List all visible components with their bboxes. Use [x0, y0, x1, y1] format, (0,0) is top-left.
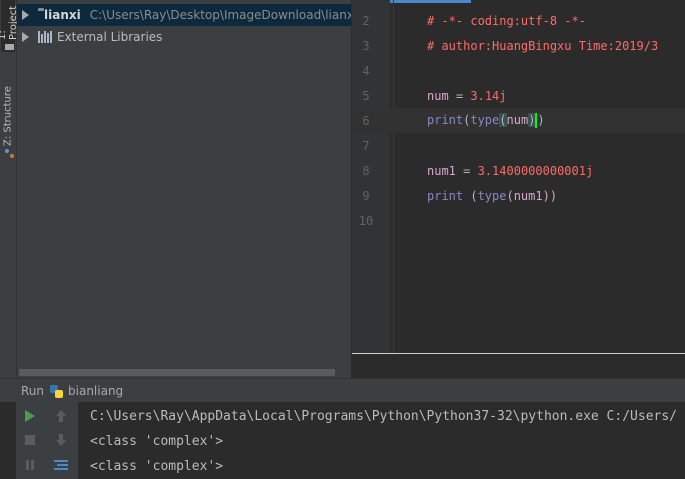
- tree-item-project-root[interactable]: lianxi C:\Users\Ray\Desktop\ImageDownloa…: [17, 4, 351, 26]
- pause-icon: [26, 460, 34, 470]
- code-text: # -*- coding:utf-8 -*-: [427, 13, 586, 28]
- project-pane: lianxi C:\Users\Ray\Desktop\ImageDownloa…: [17, 0, 351, 378]
- console-line: <class 'complex'>: [90, 434, 224, 449]
- variable-name: num1: [427, 163, 456, 178]
- run-console[interactable]: C:\Users\Ray\AppData\Local\Programs\Pyth…: [0, 402, 685, 479]
- builtin-print: print: [427, 113, 464, 127]
- line-number: 7: [362, 138, 370, 153]
- builtin-print: print: [427, 188, 464, 203]
- tab-structure[interactable]: Z: Structure: [1, 72, 15, 158]
- line-number: 3: [362, 38, 370, 53]
- scroll-down-button[interactable]: [53, 432, 69, 448]
- down-icon: [56, 434, 66, 446]
- tab-project[interactable]: 1: Project: [0, 0, 19, 52]
- code-text: num = 3.14j: [427, 89, 507, 103]
- line-number: 9: [362, 188, 370, 203]
- operator: =: [448, 88, 471, 103]
- line-number: 8: [362, 163, 370, 178]
- run-icon: [25, 410, 35, 422]
- number-literal: 3.1400000000001j: [477, 163, 594, 178]
- paren-match: (: [499, 113, 507, 127]
- editor-divider: [352, 353, 685, 354]
- up-icon: [56, 410, 66, 422]
- code-line[interactable]: 3 # author:HuangBingxu Time:2019/3: [352, 33, 685, 58]
- console-line: <class 'complex'>: [90, 459, 224, 474]
- code-line[interactable]: 7: [352, 133, 685, 158]
- line-number: 10: [358, 213, 374, 228]
- operator: =: [455, 163, 478, 178]
- code-text: print(type(num)): [427, 113, 545, 128]
- line-number: 5: [362, 88, 370, 103]
- left-tool-strip: 1: Project Z: Structure: [0, 0, 19, 378]
- console-line: C:\Users\Ray\AppData\Local\Programs\Pyth…: [90, 409, 677, 424]
- code-line[interactable]: 8 num1 = 3.1400000000001j: [352, 158, 685, 183]
- code-line-current[interactable]: 6 print(type(num)): [352, 108, 685, 133]
- stop-button[interactable]: [22, 432, 38, 448]
- line-number: 6: [362, 113, 370, 128]
- python-icon: [50, 384, 64, 398]
- code-line[interactable]: 5 num = 3.14j: [352, 83, 685, 108]
- external-libraries-label: External Libraries: [57, 30, 163, 44]
- tab-structure-label: Z: Structure: [2, 86, 14, 146]
- line-number: 4: [362, 63, 370, 78]
- code-line[interactable]: 10: [352, 208, 685, 233]
- run-config-tab[interactable]: bianliang: [68, 384, 123, 398]
- line-number: 2: [362, 13, 370, 28]
- project-name: lianxi: [44, 8, 81, 22]
- project-icon: [4, 43, 14, 52]
- library-icon: [38, 31, 52, 43]
- code-args: (num1)): [506, 188, 558, 203]
- soft-wrap-button[interactable]: [53, 457, 69, 473]
- run-tool-header: Run bianliang: [0, 378, 685, 403]
- rerun-button[interactable]: [22, 408, 38, 424]
- stop-icon: [25, 435, 35, 445]
- code-line[interactable]: 4: [352, 58, 685, 83]
- run-label: Run: [21, 384, 45, 398]
- builtin-type: type: [477, 188, 507, 203]
- code-text: num1 = 3.1400000000001j: [427, 164, 593, 178]
- expand-arrow-icon[interactable]: [22, 10, 29, 20]
- soft-wrap-icon: [54, 460, 68, 470]
- paren: (: [463, 188, 478, 203]
- scroll-up-button[interactable]: [53, 408, 69, 424]
- tree-item-external-libraries[interactable]: External Libraries: [17, 26, 351, 48]
- horizontal-scrollbar[interactable]: [19, 369, 335, 376]
- expand-arrow-icon[interactable]: [22, 32, 29, 42]
- code-line[interactable]: 9 print (type(num1)): [352, 183, 685, 208]
- variable-name: num: [506, 113, 529, 127]
- run-toolbar: [16, 402, 78, 479]
- number-literal: 3.14j: [470, 88, 507, 103]
- paren: ): [537, 113, 545, 127]
- builtin-type: type: [470, 113, 500, 127]
- project-path: C:\Users\Ray\Desktop\ImageDownload\lianx…: [89, 8, 351, 22]
- code-editor[interactable]: 2 # -*- coding:utf-8 -*- 3 # author:Huan…: [352, 0, 685, 378]
- code-line[interactable]: 2 # -*- coding:utf-8 -*-: [352, 8, 685, 33]
- variable-name: num: [427, 88, 449, 103]
- pause-button[interactable]: [22, 457, 38, 473]
- code-text: # author:HuangBingxu Time:2019/3: [427, 38, 659, 53]
- paren-match: ): [528, 113, 536, 127]
- structure-icon: [4, 149, 14, 158]
- code-text: print (type(num1)): [427, 189, 557, 203]
